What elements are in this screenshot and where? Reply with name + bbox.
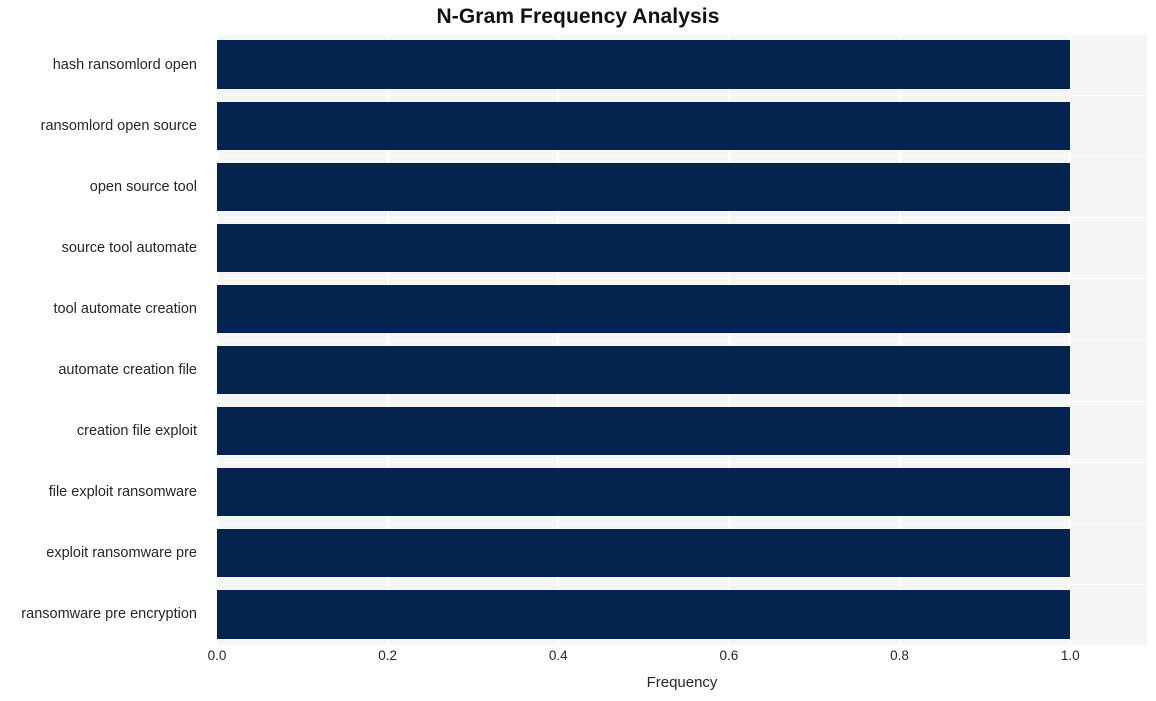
y-axis-tick-labels: hash ransomlord open ransomlord open sour… <box>0 34 207 645</box>
bar <box>217 284 1071 334</box>
x-axis-tick-label: 0.6 <box>719 648 739 663</box>
chart-figure: N-Gram Frequency Analysis hash ransomlor… <box>0 0 1156 701</box>
bar <box>217 345 1071 395</box>
bar <box>217 223 1071 272</box>
x-axis-title: Frequency <box>646 674 718 691</box>
bar <box>217 162 1071 211</box>
y-axis-tick-label: ransomware pre encryption <box>21 606 197 623</box>
bar <box>217 407 1071 456</box>
y-axis-tick-label: tool automate creation <box>53 300 197 317</box>
bar <box>217 468 1071 517</box>
y-axis-tick-label: source tool automate <box>61 239 197 256</box>
plot-area <box>217 34 1147 645</box>
x-axis-tick-labels: 0.0 0.2 0.4 0.6 0.8 1.0 <box>208 648 1147 670</box>
y-axis-tick-label: exploit ransomware pre <box>46 545 197 562</box>
x-axis-tick-label: 1.0 <box>1060 648 1080 663</box>
x-axis-tick-label: 0.4 <box>548 648 568 663</box>
x-axis-tick-label: 0.8 <box>890 648 909 663</box>
y-axis-tick-label: ransomlord open source <box>40 117 197 134</box>
y-axis-tick-label: creation file exploit <box>76 423 197 440</box>
bar <box>217 101 1071 150</box>
bar <box>217 40 1071 89</box>
chart-title: N-Gram Frequency Analysis <box>436 5 720 28</box>
y-axis-tick-label: hash ransomlord open <box>52 56 197 73</box>
bar <box>217 529 1071 578</box>
bar-series <box>217 34 1147 645</box>
y-axis-tick-label: open source tool <box>89 178 197 195</box>
x-axis-tick-label: 0.0 <box>207 648 227 663</box>
x-axis-tick-label: 0.2 <box>378 648 398 663</box>
y-axis-tick-label: automate creation file <box>58 362 197 379</box>
bar <box>217 590 1071 639</box>
y-axis-tick-label: file exploit ransomware <box>48 484 197 501</box>
